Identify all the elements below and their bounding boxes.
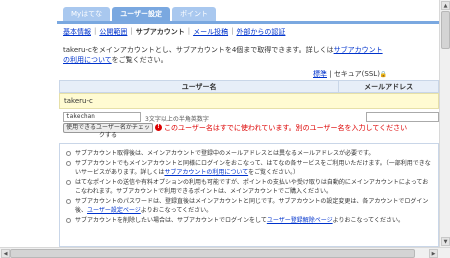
subaccount-email-input[interactable] xyxy=(366,112,439,122)
note-text: はてなポイントの送信や有料オプションの利用も可能ですが、ポイントの支払いや受け取… xyxy=(75,179,429,195)
tab-user-settings[interactable]: ユーザー設定 xyxy=(112,7,171,21)
page: Myはてな ユーザー設定 ポイント 基本情報 | 公開範囲 | サブアカウント … xyxy=(0,0,439,247)
subaccount-usage-link[interactable]: サブアカウントの利用について xyxy=(164,169,248,176)
note-text-tail: をご覧ください。） xyxy=(248,169,300,176)
horizontal-scroll-thumb[interactable] xyxy=(10,249,415,258)
username-error-message: このユーザー名はすでに使われています。別のユーザー名を入力してください xyxy=(164,124,408,132)
bullet-icon xyxy=(66,161,71,166)
note-text-tail: よりおこなってください。 xyxy=(332,217,404,224)
scroll-left-arrow-icon[interactable]: ◀ xyxy=(1,249,10,258)
tab-underline xyxy=(57,21,439,24)
tab-myhatena[interactable]: Myはてな xyxy=(63,7,111,21)
subnav-separator: | xyxy=(231,27,234,35)
user-settings-page-link[interactable]: ユーザー設定ページ xyxy=(87,207,141,214)
bullet-icon xyxy=(66,218,71,223)
subaccount-table-header: ユーザー名 メールアドレス xyxy=(58,80,439,93)
subnav-mail-post[interactable]: メール投稿 xyxy=(193,27,228,37)
subnav-basic-info[interactable]: 基本情報 xyxy=(63,27,91,37)
note-item: サブアカウント取得後は、メインアカウントで登録中のメールアドレスとは異なるメール… xyxy=(66,149,432,158)
subnav-external-auth[interactable]: 外部からの認証 xyxy=(236,27,285,37)
note-text: サブアカウントを削除したい場合は、サブアカウントでログインをして xyxy=(75,217,267,224)
subnav-separator: | xyxy=(130,27,133,35)
subaccount-username-input[interactable]: takechan xyxy=(63,112,141,122)
tab-points[interactable]: ポイント xyxy=(172,7,217,21)
subaccount-notes: サブアカウント取得後は、メインアカウントで登録中のメールアドレスとは異なるメール… xyxy=(59,143,439,247)
ssl-mode-label: セキュア(SSL) xyxy=(333,70,380,78)
description-text-tail: をご覧ください。 xyxy=(111,56,168,64)
subnav-subaccount-current: サブアカウント xyxy=(135,28,185,36)
scroll-right-arrow-icon[interactable]: ▶ xyxy=(429,249,438,258)
main-account-row: takeru-c xyxy=(59,93,439,109)
bullet-icon xyxy=(66,180,71,185)
standard-mode-link[interactable]: 標準 xyxy=(313,70,327,78)
mode-separator: | xyxy=(327,70,334,78)
subnav-separator: | xyxy=(94,27,97,35)
subnav-separator: | xyxy=(187,27,191,35)
error-icon: ! xyxy=(155,124,162,131)
subnav-public-range[interactable]: 公開範囲 xyxy=(99,27,127,37)
note-item: はてなポイントの送信や有料オプションの利用も可能ですが、ポイントの支払いや受け取… xyxy=(66,178,432,196)
scroll-up-arrow-icon[interactable]: ▲ xyxy=(441,1,450,10)
scroll-down-arrow-icon[interactable]: ▼ xyxy=(441,237,450,246)
unregister-page-link[interactable]: ユーザー登録解除ページ xyxy=(267,217,333,224)
connection-mode: 標準 | セキュア(SSL)🔒 xyxy=(313,69,387,79)
horizontal-scrollbar[interactable]: ◀ ▶ xyxy=(0,247,450,258)
bullet-icon xyxy=(66,151,71,156)
subaccount-description: takeru-cをメインアカウントとし、サブアカウントを4個まで取得できます。詳… xyxy=(63,45,383,65)
settings-subnav: 基本情報 | 公開範囲 | サブアカウント | メール投稿 | 外部からの認証 xyxy=(63,27,285,37)
check-username-button[interactable]: 使用できるユーザー名かチェックする xyxy=(63,123,153,139)
username-column-header: ユーザー名 xyxy=(58,80,340,93)
note-item: サブアカウントのパスワードは、登録直後はメインアカウントと同じです。サブアカウン… xyxy=(66,197,432,215)
email-column-header: メールアドレス xyxy=(338,80,439,93)
note-item: サブアカウントを削除したい場合は、サブアカウントでログインをしてユーザー登録解除… xyxy=(66,216,432,225)
description-text: takeru-cをメインアカウントとし、サブアカウントを4個まで取得できます。詳… xyxy=(63,46,334,54)
vertical-scrollbar[interactable]: ▲ ▼ xyxy=(439,0,450,247)
bullet-icon xyxy=(66,199,71,204)
top-tabs: Myはてな ユーザー設定 ポイント xyxy=(63,7,217,21)
note-text: サブアカウント取得後は、メインアカウントで登録中のメールアドレスとは異なるメール… xyxy=(75,150,375,157)
vertical-scroll-thumb[interactable] xyxy=(441,11,450,49)
note-text-tail: よりおこなってください。 xyxy=(140,207,213,214)
username-hint: 3文字以上の半角英数字 xyxy=(145,116,209,123)
lock-icon: 🔒 xyxy=(379,71,388,78)
note-item: サブアカウントでもメインアカウントと同様にログインをおこなって、はてなの各サービ… xyxy=(66,159,432,177)
